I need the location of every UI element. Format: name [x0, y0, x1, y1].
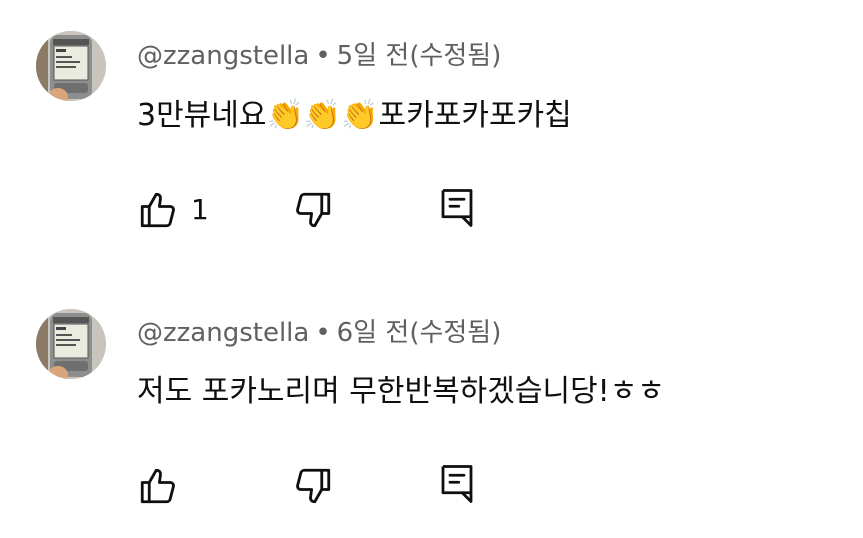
avatar[interactable] — [36, 31, 106, 101]
thumb-up-icon — [140, 468, 175, 504]
reply-button[interactable] — [436, 185, 478, 231]
comment-time: 6일 전(수정됨) — [336, 318, 502, 348]
author-name[interactable]: @zzangstella — [137, 41, 309, 71]
like-button[interactable]: 1 — [137, 187, 209, 233]
author-name[interactable]: @zzangstella — [137, 318, 309, 348]
like-button[interactable] — [137, 463, 191, 509]
comment-text: 3만뷰네요👏👏👏포카포카포카칩 — [137, 98, 572, 133]
dislike-button[interactable] — [292, 187, 334, 233]
thumb-up-icon — [140, 192, 175, 228]
phone-screen-avatar-icon — [36, 31, 106, 101]
comment-text: 저도 포카노리며 무한반복하겠습니당!ㅎㅎ — [137, 374, 665, 409]
comment-item: @zzangstella • 6일 전(수정됨) 저도 포카노리며 무한반복하겠습니… — [0, 280, 863, 520]
phone-screen-avatar-icon — [36, 309, 106, 379]
avatar[interactable] — [36, 309, 106, 379]
comment-time: 5일 전(수정됨) — [336, 41, 502, 71]
reply-comment-icon — [441, 465, 473, 503]
thumb-down-icon — [296, 192, 331, 228]
thumb-down-icon — [296, 468, 331, 504]
comment-meta: @zzangstella • 5일 전(수정됨) — [137, 38, 501, 74]
comment-meta: @zzangstella • 6일 전(수정됨) — [137, 315, 501, 351]
like-count: 1 — [191, 193, 209, 226]
comment-item: @zzangstella • 5일 전(수정됨) 3만뷰네요👏👏👏포카포카포카칩 1 — [0, 0, 863, 240]
reply-comment-icon — [441, 189, 473, 227]
meta-separator: • — [315, 318, 331, 348]
dislike-button[interactable] — [292, 463, 334, 509]
reply-button[interactable] — [436, 461, 478, 507]
meta-separator: • — [315, 41, 331, 71]
